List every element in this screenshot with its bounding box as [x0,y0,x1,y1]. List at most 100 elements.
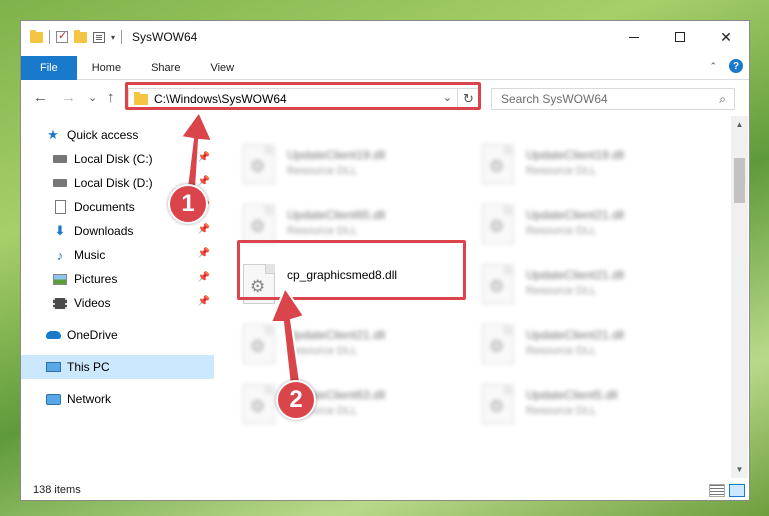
sidebar-item-label: Local Disk (D:) [74,176,153,190]
disk-icon [52,152,68,166]
maximize-icon [675,32,685,42]
minimize-button[interactable] [611,21,657,53]
properties-check-icon[interactable] [56,29,68,43]
search-input[interactable]: Search SysWOW64 ⌕ [491,88,735,110]
file-type: Resource DLL [526,405,597,417]
file-type: Resource DLL [526,225,597,237]
file-name: UpdateClient19.dll [526,148,625,162]
sidebar-item-local-disk-c[interactable]: Local Disk (C:) 📌 [21,147,214,171]
gear-icon: ⚙ [250,157,266,176]
tab-file[interactable]: File [21,55,77,80]
step-2-badge: 2 [276,380,316,420]
up-icon[interactable]: ↑ [107,89,115,106]
file-type: Resource DLL [287,345,358,357]
search-icon[interactable]: ⌕ [719,92,726,107]
close-button[interactable]: ✕ [703,21,749,53]
star-icon: ★ [47,127,59,142]
videos-icon [52,296,68,310]
sidebar-item-label: Pictures [74,272,118,286]
file-name: UpdateClient21.dll [526,268,625,282]
file-type: Resource DLL [526,345,597,357]
vertical-scrollbar[interactable]: ▲ ▼ [731,116,748,478]
address-highlight-box [125,82,481,110]
quick-access-dropdown-icon[interactable]: ▾ [111,33,115,42]
onedrive-icon [45,328,61,342]
sidebar-item-label: Quick access [67,128,139,142]
file-item[interactable]: ⚙ UpdateClient19.dll Resource DLL [243,142,468,190]
sidebar-item-this-pc[interactable]: This PC [21,355,214,379]
tab-view[interactable]: View [195,56,249,80]
ribbon-tabs: File Home Share View ⌃ ? [21,55,749,80]
folder-icon[interactable] [30,29,43,43]
file-name: UpdateClient21.dll [526,328,625,342]
sidebar-item-label: Videos [74,296,111,310]
sidebar-item-label: Local Disk (C:) [74,152,153,166]
tab-label: File [40,61,58,74]
toolbar-divider [121,30,123,44]
sidebar-item-music[interactable]: ♪ Music 📌 [21,243,214,267]
sidebar-item-label: This PC [67,360,110,374]
window-title: SysWOW64 [132,30,198,44]
large-icons-view-icon[interactable] [729,484,745,497]
sidebar-item-label: Documents [74,200,135,214]
file-type: Resource DLL [287,165,358,177]
customize-icon[interactable] [93,31,105,43]
collapse-ribbon-icon[interactable]: ⌃ [709,61,717,72]
gear-icon: ⚙ [250,217,266,236]
gear-icon: ⚙ [250,337,266,356]
tab-label: Share [151,61,181,74]
navigation-pane: ★ Quick access Local Disk (C:) 📌 Local D… [21,121,214,476]
close-icon: ✕ [720,28,732,45]
details-view-icon[interactable] [709,484,725,497]
gear-icon: ⚙ [489,277,505,296]
file-name: UpdateClient19.dll [287,148,386,162]
music-icon: ♪ [56,247,64,263]
recent-locations-icon[interactable]: ⌄ [88,91,97,104]
help-icon[interactable]: ? [729,59,743,73]
pin-icon[interactable]: 📌 [198,176,210,187]
window-controls: ✕ [611,21,749,53]
file-type: Resource DLL [526,165,597,177]
gear-icon: ⚙ [489,217,505,236]
scroll-up-icon[interactable]: ▲ [731,116,748,133]
new-folder-icon[interactable] [74,29,87,43]
scroll-thumb[interactable] [734,158,745,203]
tab-home[interactable]: Home [77,56,136,80]
pin-icon[interactable]: 📌 [198,272,210,283]
file-name: UpdateClient21.dll [287,328,386,342]
sidebar-item-label: OneDrive [67,328,118,342]
file-item[interactable]: ⚙ UpdateClient21.dll Resource DLL [243,322,468,370]
file-item[interactable]: ⚙ UpdateClient5.dll Resource DLL [482,382,707,430]
file-item[interactable]: ⚙ UpdateClient21.dll Resource DLL [482,202,707,250]
toolbar-divider [49,30,50,44]
pc-icon [45,360,61,374]
step-1-badge: 1 [168,184,208,224]
tab-label: Home [91,61,122,74]
sidebar-item-network[interactable]: Network [21,387,214,411]
forward-icon[interactable]: → [61,89,76,106]
sidebar-item-label: Network [67,392,112,406]
tab-share[interactable]: Share [136,56,195,80]
scroll-down-icon[interactable]: ▼ [731,461,748,478]
sidebar-item-quick-access[interactable]: ★ Quick access [21,123,214,147]
maximize-button[interactable] [657,21,703,53]
sidebar-item-onedrive[interactable]: OneDrive [21,323,214,347]
pin-icon[interactable]: 📌 [198,152,210,163]
file-item[interactable]: ⚙ UpdateClient21.dll Resource DLL [482,322,707,370]
sidebar-item-videos[interactable]: Videos 📌 [21,291,214,315]
file-type: Resource DLL [287,225,358,237]
ribbon-actions: ⌃ ? [709,59,743,73]
file-type: Resource DLL [526,285,597,297]
pin-icon[interactable]: 📌 [198,296,210,307]
back-icon[interactable]: ← [33,89,48,106]
file-item[interactable]: ⚙ UpdateClient19.dll Resource DLL [482,142,707,190]
gear-icon: ⚙ [489,157,505,176]
sidebar-item-pictures[interactable]: Pictures 📌 [21,267,214,291]
file-item[interactable]: ⚙ UpdateClient21.dll Resource DLL [482,262,707,310]
pin-icon[interactable]: 📌 [198,248,210,259]
sidebar-item-label: Music [74,248,106,262]
pin-icon[interactable]: 📌 [198,224,210,235]
file-highlight-box [237,240,466,300]
minimize-icon [629,36,639,38]
gear-icon: ⚙ [489,337,505,356]
